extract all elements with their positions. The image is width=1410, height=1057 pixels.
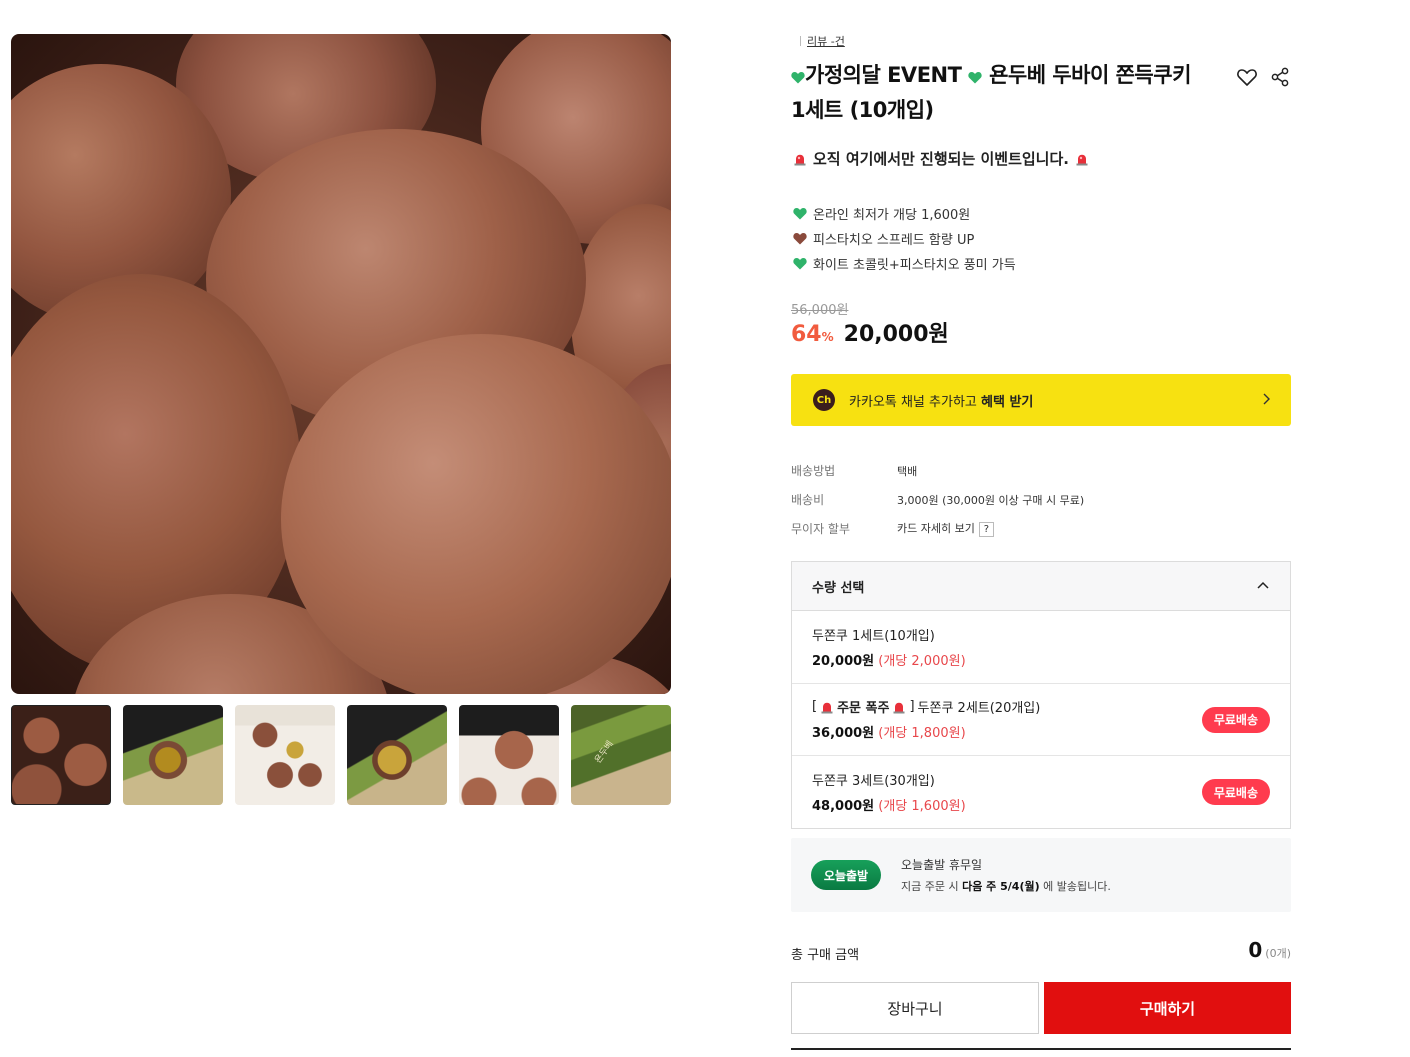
total-label: 총 구매 금액: [791, 948, 860, 963]
feature-list: 온라인 최저가 개당 1,600원 피스타치오 스프레드 함량 UP 화이트 초…: [793, 201, 1016, 276]
info-value: 택배: [897, 464, 918, 478]
feature-item: 피스타치오 스프레드 함량 UP: [793, 226, 1016, 251]
shipping-notice-desc: 지금 주문 시 다음 주 5/4(월) 에 발송됩니다.: [901, 878, 1111, 894]
divider: [791, 1048, 1291, 1050]
thumbnail-5[interactable]: [459, 705, 559, 805]
info-label: 무이자 할부: [791, 522, 851, 536]
total-count: (0개): [1265, 947, 1291, 960]
siren-icon: [1076, 154, 1088, 165]
thumbnail-strip: 욘두베: [11, 705, 671, 805]
option-item-2set[interactable]: [ 주문 폭주 ] 두쫀쿠 2세트(20개입) 36,000원 (개당 1,80…: [792, 684, 1290, 756]
event-text: 오직 여기에서만 진행되는 이벤트입니다.: [813, 150, 1069, 168]
kakao-banner-text: 카카오톡 채널 추가하고 혜택 받기: [849, 391, 1033, 410]
wishlist-button[interactable]: [1236, 66, 1258, 88]
feature-text: 피스타치오 스프레드 함량 UP: [813, 233, 975, 248]
help-icon[interactable]: ?: [978, 522, 994, 537]
option-unit-price: (개당 1,600원): [874, 799, 966, 815]
ship-desc-pre: 지금 주문 시: [901, 880, 963, 893]
kakao-text-main: 카카오톡 채널 추가하고: [849, 394, 981, 410]
siren-icon: [893, 702, 905, 714]
info-row-installment: 무이자 할부 카드 자세히 보기?: [791, 514, 1084, 543]
thumbnail-1[interactable]: [11, 705, 111, 805]
siren-icon: [794, 154, 806, 165]
share-icon: [1271, 67, 1289, 87]
option-name: 두쫀쿠 2세트(20개입): [917, 701, 1041, 717]
free-shipping-badge: 무료배송: [1201, 779, 1270, 805]
kakao-channel-banner[interactable]: Ch 카카오톡 채널 추가하고 혜택 받기: [791, 374, 1291, 426]
info-row-shipping-method: 배송방법 택배: [791, 456, 1084, 485]
product-title-event: 가정의달 EVENT: [805, 63, 962, 87]
info-value: 3,000원 (30,000원 이상 구매 시 무료): [897, 493, 1085, 507]
chevron-right-icon: [1263, 393, 1270, 405]
option-item-1set[interactable]: 두쫀쿠 1세트(10개입) 20,000원 (개당 2,000원): [792, 611, 1290, 684]
add-to-cart-button[interactable]: 장바구니: [791, 982, 1039, 1034]
free-shipping-badge: 무료배송: [1201, 706, 1270, 733]
option-price: 36,000원: [812, 726, 875, 742]
option-unit-price: (개당 1,800원): [874, 726, 966, 742]
delivery-info: 배송방법 택배 배송비 3,000원 (30,000원 이상 구매 시 무료) …: [791, 456, 1084, 543]
thumbnail-2[interactable]: [123, 705, 223, 805]
green-heart-icon: [793, 258, 807, 270]
discount-value: 64: [791, 322, 822, 347]
option-price: 48,000원: [812, 799, 875, 815]
product-title: 가정의달 EVENT 욘두베 두바이 쫀득쿠키 1세트 (10개입): [791, 58, 1231, 128]
info-label: 배송비: [791, 493, 825, 507]
product-title-line2: 1세트 (10개입): [791, 98, 934, 122]
info-row-shipping-fee: 배송비 3,000원 (30,000원 이상 구매 시 무료): [791, 485, 1084, 514]
info-value-text: 카드 자세히 보기: [897, 522, 975, 535]
review-summary: 리뷰 -건: [800, 33, 845, 49]
thumbnail-3[interactable]: [235, 705, 335, 805]
review-link[interactable]: 리뷰 -건: [807, 33, 845, 49]
ship-desc-post: 에 발송됩니다.: [1039, 880, 1111, 893]
info-label: 배송방법: [791, 464, 836, 478]
thumbnail-6[interactable]: 욘두베: [571, 705, 671, 805]
divider: [800, 36, 801, 46]
green-heart-icon: [793, 208, 807, 220]
discount-unit: %: [821, 330, 834, 344]
option-price: 20,000원: [812, 653, 875, 669]
total-amount: 0 (0개): [1248, 938, 1291, 962]
buy-now-button[interactable]: 구매하기: [1044, 982, 1291, 1034]
quantity-options-header[interactable]: 수량 선택: [792, 562, 1290, 611]
total-amount-value: 0: [1248, 938, 1263, 962]
heart-outline-icon: [1237, 69, 1257, 86]
chevron-up-icon: [1257, 581, 1269, 589]
main-product-image: [11, 34, 671, 694]
feature-text: 화이트 초콜릿+피스타치오 풍미 가득: [813, 258, 1016, 273]
feature-item: 화이트 초콜릿+피스타치오 풍미 가득: [793, 251, 1016, 276]
ship-desc-date: 다음 주 5/4(월): [962, 880, 1040, 893]
option-item-3set[interactable]: 두쫀쿠 3세트(30개입) 48,000원 (개당 1,600원) 무료배송: [792, 756, 1290, 829]
option-unit-price: (개당 2,000원): [874, 653, 966, 669]
share-button[interactable]: [1269, 66, 1291, 88]
option-header-label: 수량 선택: [812, 580, 865, 596]
sale-price: 20,000원: [843, 322, 949, 347]
green-heart-icon: [791, 63, 805, 87]
bracket-open: [: [812, 699, 818, 715]
shipping-notice-title: 오늘출발 휴무일: [901, 858, 983, 872]
green-heart-icon: [968, 63, 982, 87]
option-price-line: 20,000원 (개당 2,000원): [812, 650, 1290, 669]
kakao-channel-icon: Ch: [813, 389, 835, 411]
bracket-close: ]: [909, 699, 915, 715]
discount-rate: 64%: [791, 322, 834, 347]
quantity-options: 수량 선택 두쫀쿠 1세트(10개입) 20,000원 (개당 2,000원) …: [791, 561, 1291, 829]
thumbnail-4[interactable]: [347, 705, 447, 805]
kakao-text-strong: 혜택 받기: [981, 394, 1034, 410]
card-details-link[interactable]: 카드 자세히 보기?: [897, 520, 994, 537]
today-dispatch-badge: 오늘출발: [811, 860, 881, 890]
event-notice: 오직 여기에서만 진행되는 이벤트입니다.: [793, 148, 1089, 169]
option-name: 두쫀쿠 1세트(10개입): [812, 628, 935, 644]
siren-icon: [821, 702, 833, 714]
feature-item: 온라인 최저가 개당 1,600원: [793, 201, 1016, 226]
shipping-notice: 오늘출발 오늘출발 휴무일 지금 주문 시 다음 주 5/4(월) 에 발송됩니…: [791, 838, 1291, 912]
price-row: 64% 20,000원: [791, 316, 949, 348]
hot-order-label: 주문 폭주: [837, 701, 890, 717]
thumbnail-package-label: 욘두베: [593, 739, 616, 766]
feature-text: 온라인 최저가 개당 1,600원: [813, 208, 971, 223]
product-title-name: 욘두베 두바이 쫀득쿠키: [989, 63, 1191, 87]
brown-heart-icon: [793, 233, 807, 245]
